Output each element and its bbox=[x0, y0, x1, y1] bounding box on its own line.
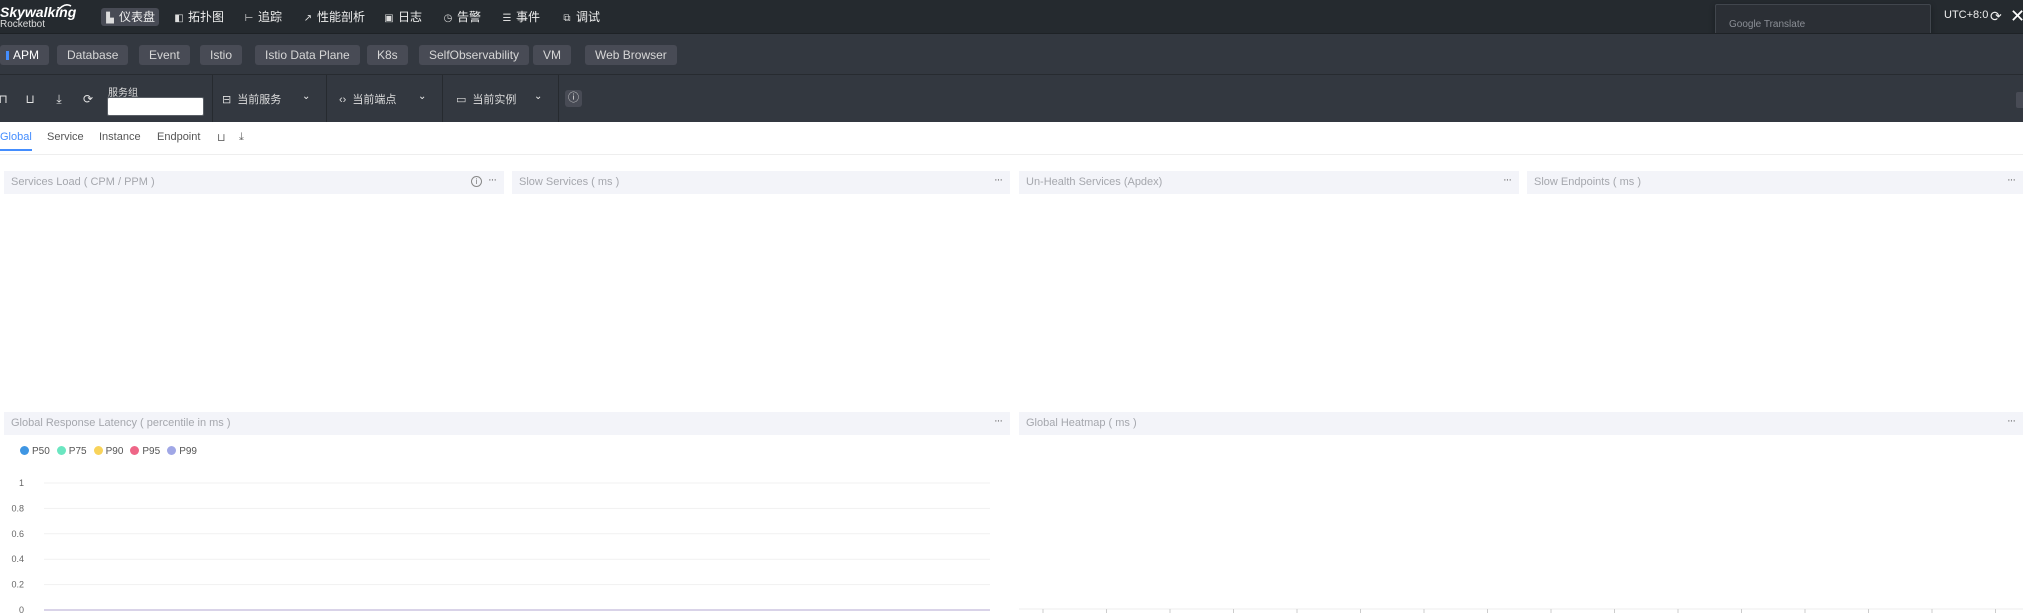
widget-unhealth-services: Un-Health Services (Apdex) ··· bbox=[1019, 171, 1519, 409]
nav-item-debug[interactable]: ⧉ 调试 bbox=[558, 8, 604, 26]
service-group-input[interactable] bbox=[107, 97, 204, 116]
current-service-label: 当前服务 bbox=[237, 94, 282, 106]
widget-header: Slow Endpoints ( ms ) ··· bbox=[1527, 171, 2023, 194]
trace-icon: ⊢ bbox=[244, 13, 254, 24]
widget-services-load: Services Load ( CPM / PPM ) i ··· bbox=[4, 171, 504, 409]
nav-label: 告警 bbox=[457, 10, 482, 24]
logo-subtext: Rocketbot bbox=[0, 19, 46, 30]
widget-header: Un-Health Services (Apdex) ··· bbox=[1019, 171, 1519, 194]
download-icon[interactable]: ⤓ bbox=[52, 92, 66, 107]
google-translate-label: Google Translate bbox=[1729, 19, 1806, 30]
skywalking-logo[interactable]: Skywalking Rocketbot bbox=[0, 4, 80, 32]
more-icon[interactable]: ··· bbox=[488, 174, 497, 186]
widget-header: Slow Services ( ms ) ··· bbox=[512, 171, 1010, 194]
tab-service[interactable]: Service bbox=[47, 131, 84, 143]
timezone-label[interactable]: UTC+8:0 bbox=[1944, 9, 1988, 21]
nav-item-profile[interactable]: ↗ 性能剖析 bbox=[299, 8, 369, 26]
service-box-icon: ⊟ bbox=[222, 94, 232, 106]
toolbar-divider bbox=[326, 75, 327, 123]
current-service-select[interactable]: ⊟ 当前服务 ⌄ bbox=[222, 91, 312, 107]
code-icon: ‹› bbox=[339, 94, 347, 106]
monitor-icon: ▭ bbox=[456, 94, 467, 106]
chevron-down-icon: ⌄ bbox=[302, 91, 311, 102]
nav-label: 调试 bbox=[576, 10, 601, 24]
y-tick-label: 0 bbox=[19, 605, 24, 614]
nav-label: 追踪 bbox=[258, 10, 283, 24]
nav-item-event[interactable]: ☰ 事件 bbox=[498, 8, 544, 26]
layer-tab-web-browser[interactable]: Web Browser bbox=[585, 45, 677, 65]
nav-label: 拓扑图 bbox=[188, 10, 225, 24]
chevron-down-icon: ⌄ bbox=[418, 91, 427, 102]
download-icon[interactable]: ⤓ bbox=[239, 131, 244, 144]
y-tick-label: 0.4 bbox=[11, 554, 24, 564]
tab-instance[interactable]: Instance bbox=[99, 131, 141, 143]
info-icon[interactable]: i bbox=[471, 176, 482, 187]
layer-tab-database[interactable]: Database bbox=[57, 45, 129, 65]
y-tick-label: 0.8 bbox=[11, 503, 24, 513]
nav-item-dashboard[interactable]: ▙ 仪表盘 bbox=[101, 8, 160, 26]
nav-item-topology[interactable]: ◧ 拓扑图 bbox=[170, 8, 228, 26]
alarm-icon: ◷ bbox=[443, 13, 453, 24]
nav-item-trace[interactable]: ⊢ 追踪 bbox=[240, 8, 286, 26]
y-tick-label: 1 bbox=[19, 478, 24, 488]
more-icon[interactable]: ··· bbox=[994, 174, 1003, 186]
chevron-down-icon: ⌄ bbox=[534, 91, 543, 102]
toolbar-edge-handle[interactable] bbox=[2016, 92, 2023, 108]
folder-icon[interactable]: ⊔ bbox=[23, 92, 37, 106]
refresh-icon[interactable]: ⟳ bbox=[81, 92, 95, 106]
widget-title: Un-Health Services (Apdex) bbox=[1026, 176, 1163, 188]
widget-title: Slow Services ( ms ) bbox=[519, 176, 620, 188]
tab-global[interactable]: Global bbox=[0, 131, 32, 151]
info-icon[interactable]: ⓘ bbox=[565, 90, 582, 107]
latency-chart: 1 0.8 0.6 0.4 0.2 0 bbox=[11, 478, 990, 614]
topology-icon: ◧ bbox=[174, 13, 184, 24]
nav-label: 仪表盘 bbox=[119, 10, 156, 24]
current-instance-label: 当前实例 bbox=[472, 94, 517, 106]
nav-label: 日志 bbox=[398, 10, 423, 24]
dashboard-tabs: Global Service Instance Endpoint ⊔ ⤓ bbox=[0, 122, 2023, 155]
nav-label: 性能剖析 bbox=[317, 10, 366, 24]
nav-item-alarm[interactable]: ◷ 告警 bbox=[439, 8, 485, 26]
current-instance-select[interactable]: ▭ 当前实例 ⌄ bbox=[456, 91, 546, 107]
layer-tab-apm[interactable]: APM bbox=[0, 45, 50, 65]
nav-item-log[interactable]: ▣ 日志 bbox=[380, 8, 426, 26]
widget-title: Services Load ( CPM / PPM ) bbox=[11, 176, 155, 188]
widget-global-response-latency: Global Response Latency ( percentile in … bbox=[4, 412, 1010, 614]
y-tick-label: 0.6 bbox=[11, 529, 24, 539]
dashboard-icon: ▙ bbox=[106, 13, 114, 24]
layer-tab-istio[interactable]: Istio bbox=[200, 45, 243, 65]
current-endpoint-select[interactable]: ‹› 当前端点 ⌄ bbox=[339, 91, 429, 107]
tab-endpoint[interactable]: Endpoint bbox=[157, 131, 200, 143]
layer-tab-selfobservability[interactable]: SelfObservability bbox=[419, 45, 530, 65]
more-icon[interactable]: ··· bbox=[1503, 174, 1512, 186]
toolbar-divider bbox=[212, 75, 213, 123]
widget-global-heatmap: Global Heatmap ( ms ) ··· bbox=[1019, 412, 2023, 614]
toolbar-divider bbox=[442, 75, 443, 123]
layer-tab-k8s[interactable]: K8s bbox=[367, 45, 408, 65]
widget-slow-endpoints: Slow Endpoints ( ms ) ··· bbox=[1527, 171, 2023, 409]
log-icon: ▣ bbox=[384, 13, 394, 24]
heatmap-chart bbox=[1019, 608, 2023, 613]
profile-icon: ↗ bbox=[303, 13, 313, 24]
widget-title: Slow Endpoints ( ms ) bbox=[1534, 176, 1641, 188]
current-endpoint-label: 当前端点 bbox=[352, 94, 397, 106]
toolbar-divider bbox=[558, 75, 559, 123]
y-tick-label: 0.2 bbox=[11, 580, 24, 590]
event-icon: ☰ bbox=[502, 13, 512, 24]
debug-icon: ⧉ bbox=[563, 13, 571, 24]
more-icon[interactable]: ··· bbox=[2007, 174, 2016, 186]
dashboard-toolbox: ⊓ ⊔ ⤓ ⟳ 服务组 ⊟ 当前服务 ⌄ ‹› 当前端点 ⌄ ▭ 当前实例 ⌄ ⓘ bbox=[0, 74, 2023, 123]
widget-header: Services Load ( CPM / PPM ) i ··· bbox=[4, 171, 504, 194]
folder-icon[interactable]: ⊔ bbox=[217, 131, 226, 144]
widget-slow-services: Slow Services ( ms ) ··· bbox=[512, 171, 1010, 409]
close-icon[interactable]: ✕ bbox=[2010, 6, 2023, 27]
layer-tab-vm[interactable]: VM bbox=[533, 45, 571, 65]
layer-tab-istio-data-plane[interactable]: Istio Data Plane bbox=[255, 45, 360, 65]
layer-tabs-bar: APM Database Event Istio Istio Data Plan… bbox=[0, 33, 2023, 74]
nav-label: 事件 bbox=[516, 10, 541, 24]
logo-swoosh-icon bbox=[56, 4, 72, 13]
reload-icon[interactable]: ⟳ bbox=[1990, 8, 2002, 25]
lock-icon[interactable]: ⊓ bbox=[0, 92, 10, 106]
layer-tab-event[interactable]: Event bbox=[139, 45, 190, 65]
